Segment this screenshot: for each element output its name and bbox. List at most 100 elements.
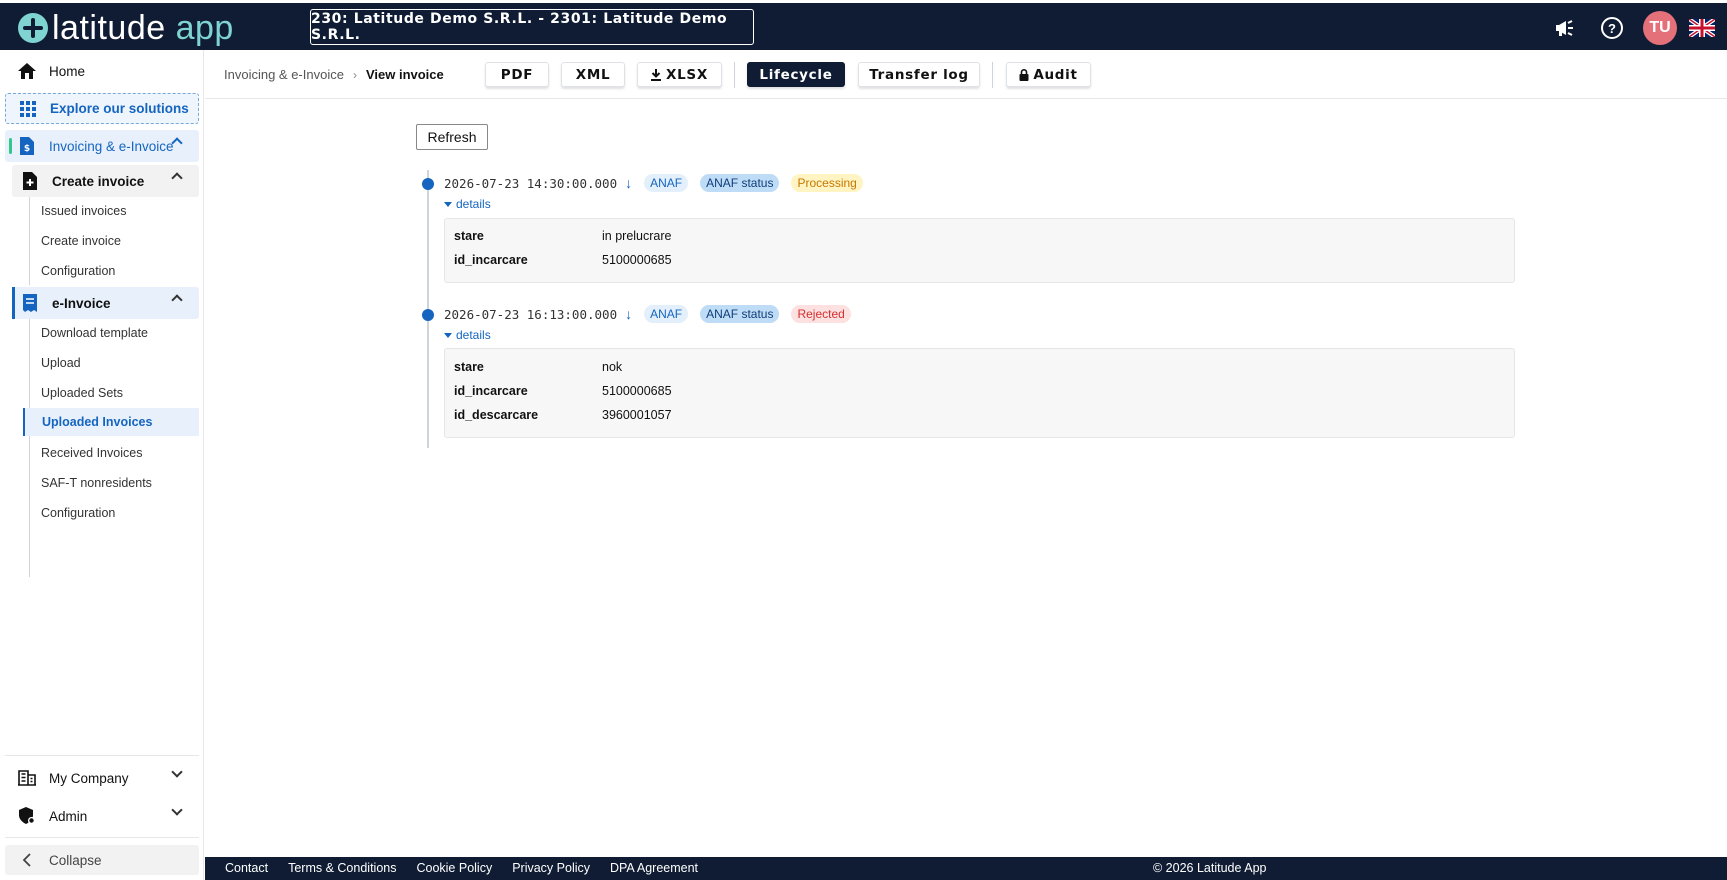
xlsx-button[interactable]: XLSX: [637, 62, 722, 87]
sidebar-group-label: e-Invoice: [52, 295, 111, 311]
copyright: © 2026 Latitude App: [1153, 861, 1267, 875]
footer-links: Contact Terms & Conditions Cookie Policy…: [225, 861, 718, 875]
tab-audit[interactable]: Audit: [1006, 62, 1091, 87]
tab-lifecycle[interactable]: Lifecycle: [747, 62, 845, 87]
xlsx-label: XLSX: [666, 66, 708, 83]
sidebar-item-configuration[interactable]: Configuration: [29, 257, 199, 285]
caret-down-icon: [444, 201, 452, 207]
arrow-down-icon: ↓: [625, 175, 633, 191]
sidebar-item-uploaded-invoices[interactable]: Uploaded Invoices: [23, 408, 199, 436]
lock-icon: [1019, 68, 1029, 81]
logo-icon: [18, 13, 48, 43]
app-logo[interactable]: latitude app: [18, 9, 234, 47]
source-badge: ANAF: [644, 305, 689, 323]
type-badge: ANAF status: [700, 174, 780, 192]
audit-label: Audit: [1033, 66, 1078, 83]
detail-value: in prelucrare: [602, 229, 672, 243]
building-icon: [17, 768, 37, 788]
breadcrumb-current: View invoice: [365, 67, 444, 82]
details-panel: stare nok id_incarcare 5100000685 id_des…: [444, 348, 1515, 438]
receipt-icon: [20, 293, 40, 313]
page-header: Invoicing & e-Invoice › View invoice PDF…: [205, 50, 1727, 99]
chevron-up-icon: [171, 294, 183, 306]
home-icon: [17, 61, 37, 81]
sidebar-item-admin[interactable]: Admin: [5, 800, 199, 832]
sidebar: Home Explore our solutions $ Invoicing &…: [0, 50, 204, 880]
details-label: details: [456, 197, 491, 211]
sidebar-item-my-company[interactable]: My Company: [5, 762, 199, 794]
detail-value: 5100000685: [602, 253, 672, 267]
sidebar-item-explore[interactable]: Explore our solutions: [5, 93, 199, 124]
caret-down-icon: [444, 332, 452, 338]
pdf-button[interactable]: PDF: [485, 62, 549, 87]
top-bar: latitude app 230: Latitude Demo S.R.L. -…: [0, 0, 1727, 50]
avatar[interactable]: TU: [1643, 11, 1677, 45]
detail-key: id_incarcare: [454, 253, 528, 267]
chevron-up-icon: [171, 172, 183, 184]
sidebar-item-label: Invoicing & e-Invoice: [49, 138, 174, 154]
detail-row: id_incarcare 5100000685: [454, 251, 672, 269]
footer-link-privacy[interactable]: Privacy Policy: [512, 861, 590, 875]
sidebar-item-received-invoices[interactable]: Received Invoices: [29, 439, 199, 467]
entry-timestamp: 2026-07-23 14:30:00.000: [444, 175, 618, 191]
detail-value: nok: [602, 360, 623, 374]
shield-gear-icon: [17, 806, 37, 826]
footer: Contact Terms & Conditions Cookie Policy…: [205, 857, 1727, 880]
breadcrumb: Invoicing & e-Invoice › View invoice: [224, 67, 444, 82]
source-badge: ANAF: [644, 174, 689, 192]
detail-key: id_descarcare: [454, 408, 539, 422]
detail-row: stare in prelucrare: [454, 227, 671, 245]
download-icon: [651, 68, 662, 81]
help-icon[interactable]: ?: [1601, 17, 1623, 39]
footer-link-dpa[interactable]: DPA Agreement: [610, 861, 698, 875]
details-toggle[interactable]: details: [444, 197, 491, 211]
detail-value: 5100000685: [602, 384, 672, 398]
sidebar-item-home[interactable]: Home: [5, 55, 199, 87]
invoice-dollar-icon: $: [17, 136, 37, 156]
collapse-label: Collapse: [49, 852, 102, 868]
status-badge: Processing: [791, 174, 863, 192]
tab-transfer-log[interactable]: Transfer log: [858, 62, 980, 87]
sidebar-item-label: Explore our solutions: [50, 101, 189, 116]
sidebar-group-create-invoice[interactable]: Create invoice: [12, 165, 199, 197]
timeline-entry-header: 2026-07-23 14:30:00.000 ↓ ANAF ANAF stat…: [444, 173, 875, 193]
detail-row: id_incarcare 5100000685: [454, 382, 672, 400]
detail-key: id_incarcare: [454, 384, 528, 398]
breadcrumb-parent[interactable]: Invoicing & e-Invoice: [224, 67, 344, 82]
sidebar-item-upload[interactable]: Upload: [29, 349, 199, 377]
sidebar-item-label: Admin: [49, 808, 88, 824]
sidebar-item-saft-nonresidents[interactable]: SAF-T nonresidents: [29, 469, 199, 497]
footer-link-terms[interactable]: Terms & Conditions: [288, 861, 396, 875]
uk-flag-icon[interactable]: [1689, 19, 1715, 37]
sidebar-collapse-button[interactable]: Collapse: [5, 845, 199, 875]
sidebar-item-einvoice-configuration[interactable]: Configuration: [29, 499, 199, 527]
sidebar-item-create-invoice[interactable]: Create invoice: [29, 227, 199, 255]
details-panel: stare in prelucrare id_incarcare 5100000…: [444, 218, 1515, 283]
chevron-right-icon: ›: [352, 67, 357, 82]
detail-value: 3960001057: [602, 408, 672, 422]
sidebar-item-uploaded-sets[interactable]: Uploaded Sets: [29, 379, 199, 407]
company-selector[interactable]: 230: Latitude Demo S.R.L. - 2301: Latitu…: [310, 9, 754, 45]
detail-row: stare nok: [454, 358, 622, 376]
footer-link-contact[interactable]: Contact: [225, 861, 268, 875]
details-label: details: [456, 328, 491, 342]
timeline-dot: [422, 178, 434, 190]
sidebar-group-label: Create invoice: [52, 173, 145, 189]
detail-row: id_descarcare 3960001057: [454, 406, 672, 424]
sidebar-item-download-template[interactable]: Download template: [29, 319, 199, 347]
xml-button[interactable]: XML: [561, 62, 625, 87]
timeline-dot: [422, 309, 434, 321]
sidebar-group-einvoice[interactable]: e-Invoice: [12, 287, 199, 319]
sidebar-item-label: My Company: [49, 770, 129, 786]
sidebar-item-label: Home: [49, 63, 86, 79]
refresh-button[interactable]: Refresh: [416, 124, 488, 150]
sidebar-item-issued-invoices[interactable]: Issued invoices: [29, 197, 199, 225]
grid-icon: [18, 99, 38, 119]
details-toggle[interactable]: details: [444, 328, 491, 342]
sidebar-item-invoicing[interactable]: $ Invoicing & e-Invoice: [5, 130, 199, 162]
megaphone-icon[interactable]: [1553, 17, 1577, 39]
timeline-entry-header: 2026-07-23 16:13:00.000 ↓ ANAF ANAF stat…: [444, 304, 863, 324]
file-plus-icon: [20, 171, 40, 191]
footer-link-cookie[interactable]: Cookie Policy: [416, 861, 492, 875]
status-badge: Rejected: [791, 305, 851, 323]
